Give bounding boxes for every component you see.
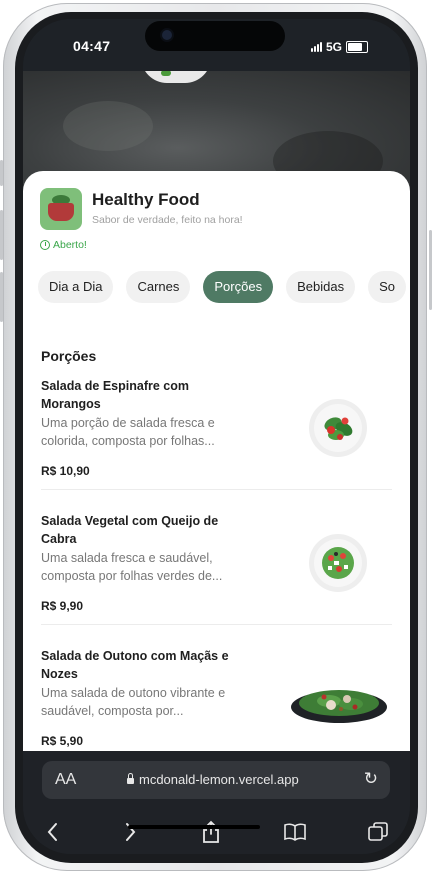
tab-bebidas[interactable]: Bebidas: [286, 271, 356, 303]
tab-partial[interactable]: So: [368, 271, 406, 303]
section-title: Porções: [41, 348, 97, 364]
product-name: Salada de Outono com Maçãs e Nozes: [41, 649, 229, 681]
product-item[interactable]: Salada Vegetal com Queijo de Cabra Uma s…: [41, 512, 392, 625]
reader-text-size-button[interactable]: AA: [55, 771, 76, 789]
volume-down-button: [0, 272, 3, 322]
tab-carnes[interactable]: Carnes: [126, 271, 191, 303]
product-item[interactable]: Salada de Outono com Maçãs e Nozes Uma s…: [41, 647, 392, 748]
home-indicator: [128, 825, 260, 829]
restaurant-tagline: Sabor de verdade, feito na hora!: [92, 214, 243, 226]
tabs-button[interactable]: [363, 819, 393, 845]
tabs-icon: [368, 822, 388, 841]
restaurant-logo: [40, 188, 82, 230]
restaurant-name: Healthy Food: [92, 190, 200, 209]
status-time: 04:47: [73, 38, 111, 54]
share-icon: [203, 820, 219, 843]
product-image: [309, 399, 367, 457]
url-display[interactable]: mcdonald-lemon.vercel.app: [127, 772, 299, 787]
open-status-label: Aberto!: [53, 239, 87, 251]
open-status: Aberto!: [40, 239, 87, 251]
action-button: [0, 160, 3, 186]
product-image: [289, 677, 389, 727]
share-button[interactable]: [196, 819, 226, 845]
product-image: [309, 534, 367, 592]
product-item[interactable]: Salada de Espinafre com Morangos Uma por…: [41, 377, 392, 490]
product-description: Uma salada de outono vibrante e saudável…: [41, 686, 226, 718]
volume-up-button: [0, 210, 3, 260]
chevron-left-icon: [47, 823, 57, 841]
forward-button[interactable]: [115, 819, 145, 845]
back-button[interactable]: [38, 819, 68, 845]
status-bar: 04:47 5G: [23, 19, 410, 71]
tab-porcoes[interactable]: Porções: [203, 271, 274, 303]
tab-dia-a-dia[interactable]: Dia a Dia: [38, 271, 114, 303]
bookmarks-button[interactable]: [280, 819, 310, 845]
browser-nav-row: [23, 819, 410, 849]
book-icon: [284, 823, 306, 841]
product-price: R$ 5,90: [41, 734, 84, 748]
lock-icon: [127, 773, 134, 784]
phone-screen: 04:47 5G Healthy Food Sabor de verdade, …: [23, 19, 410, 854]
restaurant-sheet: Healthy Food Sabor de verdade, feito na …: [23, 171, 410, 751]
status-indicators: 5G: [311, 40, 369, 54]
product-name: Salada Vegetal com Queijo de Cabra: [41, 514, 219, 546]
category-tabs: Dia a Dia Carnes Porções Bebidas So: [38, 271, 406, 303]
signal-icon: [311, 42, 322, 52]
product-description: Uma porção de salada fresca e colorida, …: [41, 416, 215, 448]
product-name: Salada de Espinafre com Morangos: [41, 379, 189, 411]
address-bar[interactable]: AA mcdonald-lemon.vercel.app ↻: [42, 761, 390, 799]
network-label: 5G: [326, 40, 343, 54]
reload-icon[interactable]: ↻: [364, 769, 378, 789]
browser-toolbar: AA mcdonald-lemon.vercel.app ↻: [23, 751, 410, 854]
clock-icon: [40, 240, 50, 250]
battery-icon: [346, 41, 369, 53]
product-price: R$ 9,90: [41, 599, 84, 613]
product-description: Uma salada fresca e saudável, composta p…: [41, 551, 223, 583]
url-text: mcdonald-lemon.vercel.app: [139, 772, 299, 787]
camera-icon: [162, 30, 172, 40]
product-price: R$ 10,90: [41, 464, 90, 478]
dynamic-island: [145, 21, 285, 51]
